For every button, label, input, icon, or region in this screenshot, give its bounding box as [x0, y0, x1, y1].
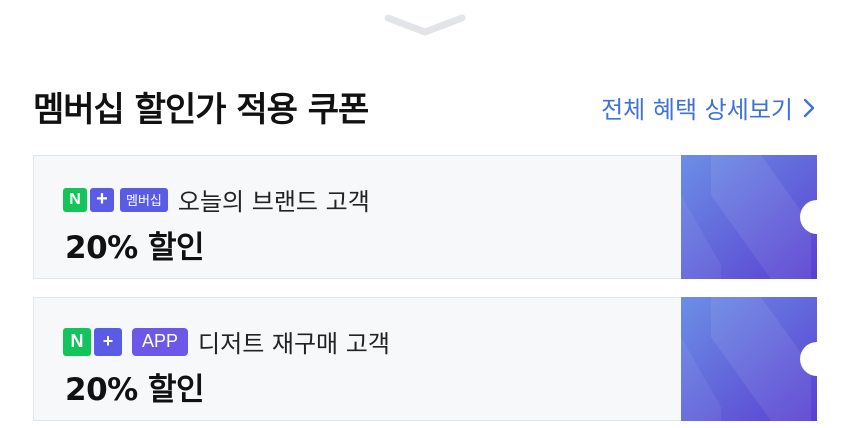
naver-n-badge: N [63, 327, 91, 356]
view-all-benefits-label: 전체 혜택 상세보기 [601, 96, 793, 124]
membership-badge: 멤버십 [120, 187, 168, 212]
coupon-discount: 20% 할인 [65, 372, 205, 408]
sheet-handle-chevron-down-icon[interactable] [384, 8, 466, 40]
coupon-discount: 20% 할인 [65, 230, 205, 266]
coupon-section-header: 멤버십 할인가 적용 쿠폰 전체 혜택 상세보기 [33, 82, 817, 130]
coupon-badges: N + 멤버십 오늘의 브랜드 고객 [63, 182, 370, 217]
app-badge: APP [132, 327, 189, 356]
coupon-card[interactable]: N + 멤버십 오늘의 브랜드 고객 20% 할인 [33, 155, 834, 279]
coupon-download-tab[interactable] [681, 297, 834, 421]
coupon-info: N + 멤버십 오늘의 브랜드 고객 20% 할인 [33, 155, 682, 279]
coupon-condition: 오늘의 브랜드 고객 [177, 188, 370, 216]
view-all-benefits-link[interactable]: 전체 혜택 상세보기 [601, 90, 817, 125]
coupon-badges: N + APP 디저트 재구매 고객 [63, 324, 390, 359]
naver-n-badge: N [63, 187, 87, 212]
coupon-download-tab[interactable] [681, 155, 834, 279]
section-title: 멤버십 할인가 적용 쿠폰 [33, 90, 369, 130]
coupon-condition: 디저트 재구매 고객 [198, 330, 390, 358]
plus-badge: + [90, 187, 114, 212]
coupon-info: N + APP 디저트 재구매 고객 20% 할인 [33, 297, 682, 421]
chevron-right-icon [801, 97, 817, 119]
coupon-card[interactable]: N + APP 디저트 재구매 고객 20% 할인 [33, 297, 834, 421]
plus-badge: + [94, 327, 122, 356]
